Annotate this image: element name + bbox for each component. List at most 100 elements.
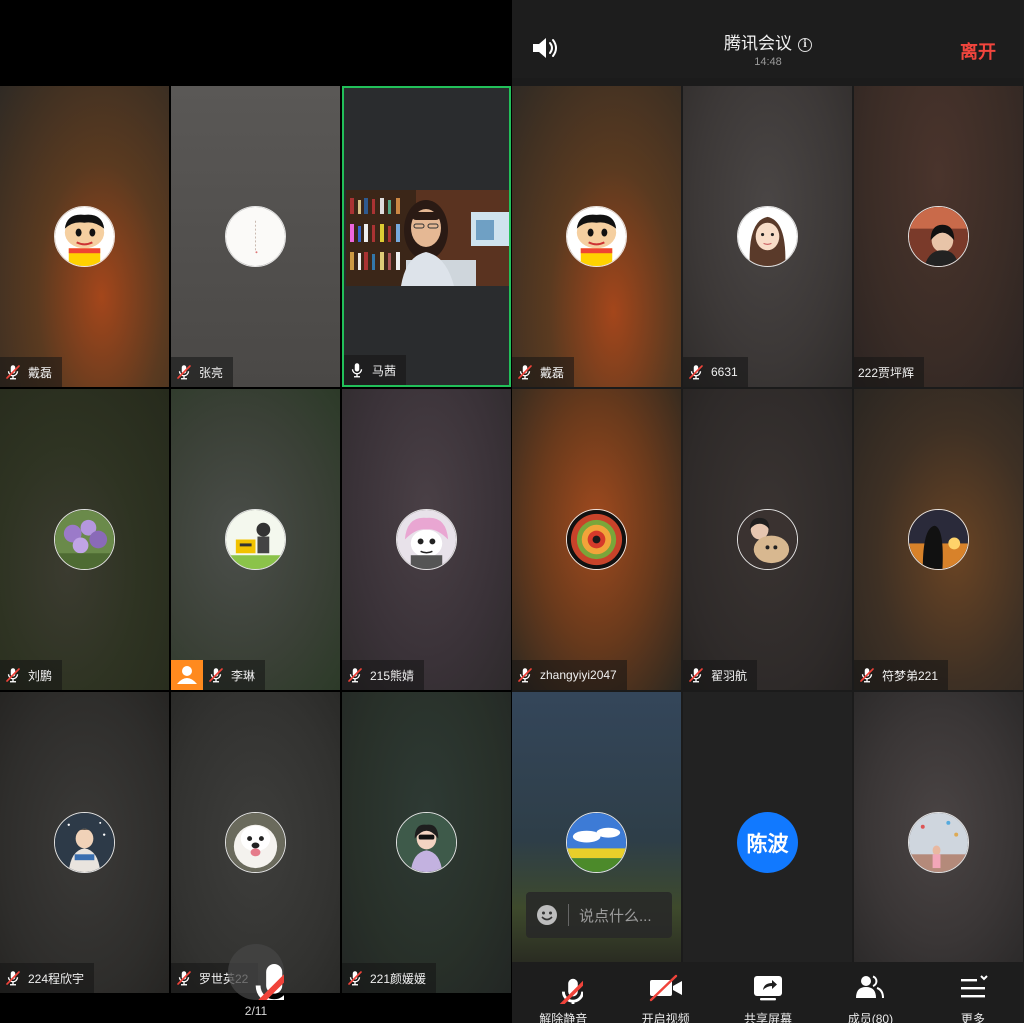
avatar: [54, 509, 115, 570]
mic-muted-icon: [516, 666, 534, 684]
unmute-button[interactable]: 解除静音: [512, 962, 614, 1023]
participant-tile[interactable]: 张亮: [171, 86, 340, 387]
host-badge: [171, 660, 203, 690]
avatar: [908, 206, 969, 267]
meeting-header: 腾讯会议 i 14:48 离开: [512, 0, 1024, 78]
avatar: [737, 509, 798, 570]
participant-name: 6631: [711, 365, 738, 379]
participant-tile[interactable]: 戴磊: [512, 86, 681, 387]
meeting-title-text: 腾讯会议: [724, 34, 792, 53]
avatar: [566, 206, 627, 267]
avatar: [908, 509, 969, 570]
mic-muted-icon: [346, 969, 364, 987]
participant-name: zhangyiyi2047: [540, 668, 617, 682]
video-off-icon: [649, 974, 682, 1002]
avatar: [566, 509, 627, 570]
emoji-icon[interactable]: [536, 904, 558, 926]
more-button[interactable]: 更多: [922, 962, 1024, 1023]
share-screen-button[interactable]: 共享屏幕: [717, 962, 819, 1023]
participant-name: 215熊婧: [370, 668, 415, 683]
mic-icon: [348, 361, 366, 379]
participant-tile[interactable]: [854, 692, 1023, 962]
avatar: [396, 509, 457, 570]
mic-muted-icon: [4, 363, 22, 381]
participant-tile[interactable]: 李琳: [171, 389, 340, 690]
mic-muted-icon: [543, 972, 583, 1004]
participant-tile[interactable]: 6631: [683, 86, 852, 387]
right-meeting-view: 腾讯会议 i 14:48 离开 戴磊 6631 222贾坪辉 zhangyiyi…: [512, 0, 1024, 1023]
participant-tile[interactable]: 221颜媛媛: [342, 692, 511, 993]
start-video-label: 开启视频: [641, 1012, 690, 1023]
avatar: [225, 812, 286, 873]
chat-input[interactable]: 说点什么...: [526, 892, 672, 938]
participant-name: 翟羽航: [711, 668, 748, 683]
participant-nametag: 马茜: [344, 355, 407, 385]
participant-tile[interactable]: zhangyiyi2047: [512, 389, 681, 690]
bottom-toolbar: 解除静音 开启视频 共享屏幕 成员(80) 更多: [512, 962, 1024, 1023]
participant-nametag: 221颜媛媛: [342, 963, 437, 993]
unmute-label: 解除静音: [539, 1012, 588, 1023]
mic-muted-icon: [346, 666, 364, 684]
mic-muted-icon: [687, 666, 705, 684]
more-label: 更多: [960, 1012, 985, 1023]
mic-muted-icon: [175, 363, 193, 381]
participant-nametag: 刘鹏: [0, 660, 63, 690]
participant-name: 李琳: [231, 668, 256, 683]
avatar: [566, 812, 627, 873]
meeting-title[interactable]: 腾讯会议 i: [512, 29, 1024, 54]
avatar: [908, 812, 969, 873]
leave-button[interactable]: 离开: [960, 38, 996, 64]
mic-muted-icon: [207, 666, 225, 684]
avatar: [396, 812, 457, 873]
chat-placeholder: 说点什么...: [579, 907, 652, 925]
participant-name: 刘鹏: [28, 668, 53, 683]
info-icon[interactable]: i: [798, 38, 812, 52]
participant-tile[interactable]: 符梦弟221: [854, 389, 1023, 690]
participant-tile-active-speaker[interactable]: 马茜: [342, 86, 511, 387]
members-label: 成员(80): [847, 1012, 894, 1023]
members-button[interactable]: 成员(80): [819, 962, 921, 1023]
avatar: [225, 206, 286, 267]
participant-name: 戴磊: [28, 365, 53, 380]
participant-nametag: 215熊婧: [342, 660, 425, 690]
floating-mic-button[interactable]: [228, 944, 284, 1000]
participant-nametag: 翟羽航: [683, 660, 758, 690]
avatar: 陈波: [737, 812, 798, 873]
chat-divider: [568, 904, 569, 926]
mic-muted-icon: [228, 944, 284, 1000]
participant-name: 224程欣宇: [28, 971, 85, 986]
participant-tile[interactable]: 224程欣宇: [0, 692, 169, 993]
participant-nametag: 张亮: [171, 357, 234, 387]
participant-name: 戴磊: [540, 365, 565, 380]
participant-video: [346, 190, 509, 286]
share-screen-icon: [754, 976, 783, 1001]
participant-nametag: zhangyiyi2047: [512, 660, 627, 690]
mic-muted-icon: [4, 969, 22, 987]
participant-nametag: 222贾坪辉: [854, 357, 925, 387]
left-meeting-view: 戴磊 张亮 马茜 刘鹏 李琳 215熊婧 224程欣宇 罗世英22 221颜媛媛…: [0, 0, 512, 1023]
participant-nametag: 李琳: [203, 660, 266, 690]
participant-nametag: 戴磊: [0, 357, 63, 387]
participant-nametag: 符梦弟221: [854, 660, 949, 690]
participant-tile[interactable]: 222贾坪辉: [854, 86, 1023, 387]
menu-icon: [960, 975, 988, 998]
avatar: [54, 206, 115, 267]
participant-tile[interactable]: 陈波: [683, 692, 852, 962]
avatar: [225, 509, 286, 570]
meeting-time: 14:48: [754, 56, 782, 68]
page-indicator: 2/11: [244, 1004, 268, 1018]
mic-muted-icon: [858, 666, 876, 684]
start-video-button[interactable]: 开启视频: [614, 962, 716, 1023]
participant-nametag: 戴磊: [512, 357, 575, 387]
participant-name: 张亮: [199, 365, 224, 380]
participant-name: 221颜媛媛: [370, 971, 427, 986]
share-screen-label: 共享屏幕: [744, 1012, 793, 1023]
mic-muted-icon: [516, 363, 534, 381]
participant-nametag: 6631: [683, 357, 748, 387]
mic-muted-icon: [175, 969, 193, 987]
person-icon: [177, 666, 197, 684]
participant-tile[interactable]: 戴磊: [0, 86, 169, 387]
participant-tile[interactable]: 翟羽航: [683, 389, 852, 690]
participant-tile[interactable]: 刘鹏: [0, 389, 169, 690]
participant-tile[interactable]: 215熊婧: [342, 389, 511, 690]
